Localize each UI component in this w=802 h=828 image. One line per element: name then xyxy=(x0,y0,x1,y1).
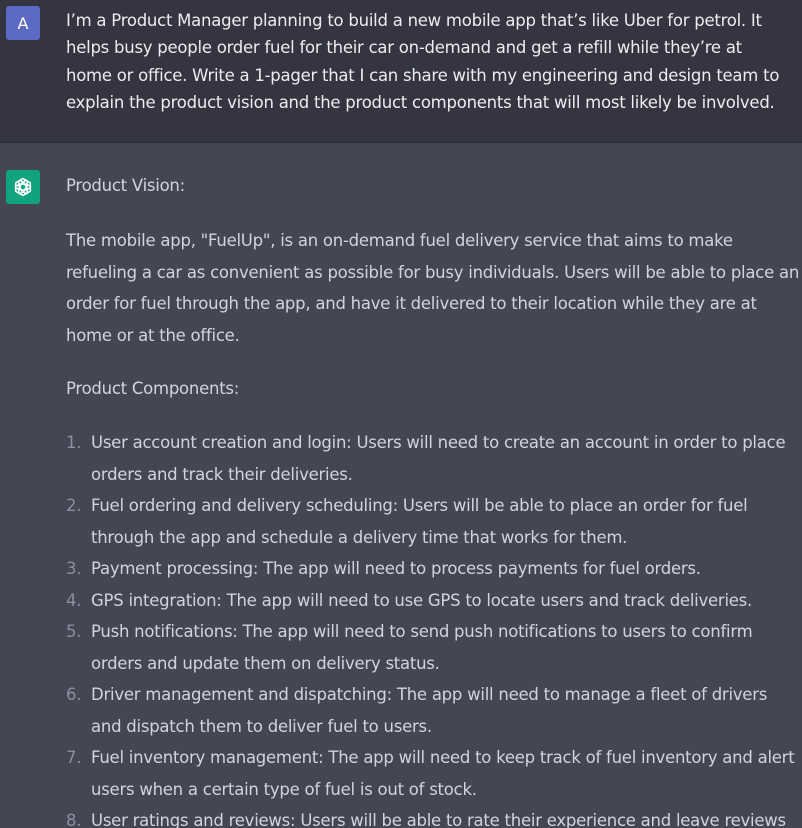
list-item-number: 7. xyxy=(66,748,82,767)
list-item-text: GPS integration: The app will need to us… xyxy=(91,590,753,610)
list-item: 8. User ratings and reviews: Users will … xyxy=(66,805,802,828)
list-item: 4. GPS integration: The app will need to… xyxy=(66,585,802,617)
list-item-text: Driver management and dispatching: The a… xyxy=(91,685,768,736)
list-item-text: Fuel inventory management: The app will … xyxy=(91,748,795,799)
list-item-number: 3. xyxy=(66,559,82,578)
list-item-text: User ratings and reviews: Users will be … xyxy=(91,811,786,828)
product-vision-heading: Product Vision: xyxy=(66,176,185,195)
list-item: 1. User account creation and login: User… xyxy=(66,427,802,490)
list-item-number: 1. xyxy=(66,433,82,452)
list-item-number: 2. xyxy=(66,496,82,515)
chat-page: A I’m a Product Manager planning to buil… xyxy=(0,0,802,828)
list-item-text: Payment processing: The app will need to… xyxy=(91,559,701,578)
product-components-list: 1. User account creation and login: User… xyxy=(66,427,802,828)
list-item-text: Fuel ordering and delivery scheduling: U… xyxy=(91,496,748,547)
openai-logo-icon-graphic xyxy=(14,177,32,197)
user-message: A I’m a Product Manager planning to buil… xyxy=(0,0,802,143)
list-item-number: 8. xyxy=(66,811,82,828)
list-item: 6. Driver management and dispatching: Th… xyxy=(66,679,802,742)
list-item-number: 4. xyxy=(66,590,82,610)
user-message-text: I’m a Product Manager planning to build … xyxy=(66,11,780,112)
list-item: 3. Payment processing: The app will need… xyxy=(66,553,802,585)
assistant-message: Product Vision: The mobile app, "FuelUp"… xyxy=(0,143,802,828)
user-avatar: A xyxy=(6,6,40,40)
product-vision-text: The mobile app, "FuelUp", is an on-deman… xyxy=(66,231,800,345)
list-item-text: Push notifications: The app will need to… xyxy=(91,622,753,673)
list-item: 2. Fuel ordering and delivery scheduling… xyxy=(66,490,802,553)
list-item-number: 5. xyxy=(66,622,82,641)
list-item-number: 6. xyxy=(66,685,82,704)
list-item: 7. Fuel inventory management: The app wi… xyxy=(66,742,802,805)
product-components-heading: Product Components: xyxy=(66,379,240,398)
list-item: 5. Push notifications: The app will need… xyxy=(66,616,802,679)
list-item-text: User account creation and login: Users w… xyxy=(91,433,786,484)
openai-logo-icon xyxy=(6,170,40,204)
